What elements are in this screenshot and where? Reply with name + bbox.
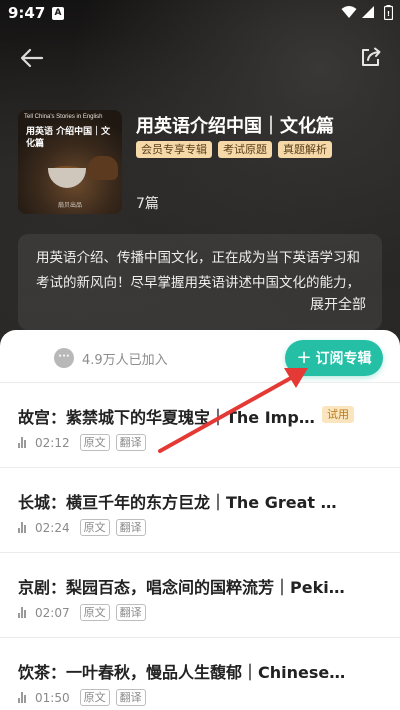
battery-icon: !	[384, 5, 393, 20]
original-text-tag: 原文	[79, 519, 110, 536]
audio-bars-icon	[18, 522, 29, 533]
teapot-image	[88, 156, 118, 180]
tea-bowl-image	[48, 168, 86, 188]
cover-subtitle: Tell China's Stories in English	[24, 114, 103, 120]
list-item[interactable]: 饮茶：一叶春秋，慢品人生馥郁｜Chinese T… 01:50 原文 翻译	[0, 637, 400, 710]
original-text-tag: 原文	[79, 689, 110, 706]
tag-exam: 考试原题	[218, 141, 272, 158]
original-text-tag: 原文	[79, 604, 110, 621]
episode-title: 故宫：紫禁城下的华夏瑰宝｜The Impe…	[18, 408, 318, 427]
cover-publisher: 扇贝出品	[57, 202, 82, 209]
audio-bars-icon	[18, 607, 29, 618]
episode-meta: 02:24 原文 翻译	[18, 519, 146, 536]
expand-all-link[interactable]: 展开全部	[310, 294, 366, 314]
arrow-left-icon[interactable]	[20, 48, 44, 68]
audio-bars-icon	[18, 692, 29, 703]
signal-icon	[362, 6, 374, 18]
cover-title: 用英语 介绍中国｜文化篇	[26, 127, 111, 149]
episode-title: 京剧：梨园百态，唱念间的国粹流芳｜Peki…	[18, 578, 345, 597]
album-cover: Tell China's Stories in English 用英语 介绍中国…	[18, 110, 122, 214]
episode-title: 长城：横亘千年的东方巨龙｜The Great Wall	[18, 493, 348, 512]
joined-count: 4.9万人已加入	[82, 352, 168, 368]
album-title: 用英语介绍中国｜文化篇	[136, 116, 334, 137]
dots-icon: ···	[54, 348, 74, 368]
list-item[interactable]: 长城：横亘千年的东方巨龙｜The Great Wall 02:24 原文 翻译	[0, 467, 400, 552]
list-item[interactable]: 京剧：梨园百态，唱念间的国粹流芳｜Peki… 02:07 原文 翻译	[0, 552, 400, 637]
tag-analysis: 真题解析	[278, 141, 332, 158]
article-count: 7篇	[136, 196, 159, 212]
notification-badge: A	[52, 7, 64, 20]
episode-duration: 01:50	[35, 690, 70, 705]
album-tags: 会员专享专辑 考试原题 真题解析	[136, 141, 332, 158]
description-box: 用英语介绍、传播中国文化，正在成为当下英语学习和考试的新风向！尽早掌握用英语讲述…	[18, 234, 382, 330]
tag-member: 会员专享专辑	[136, 141, 212, 158]
plus-icon: +	[296, 347, 312, 368]
episode-meta: 02:12 原文 翻译	[18, 434, 146, 451]
list-item[interactable]: 故宫：紫禁城下的华夏瑰宝｜The Impe… 试用 02:12 原文 翻译	[0, 382, 400, 467]
translation-tag: 翻译	[115, 519, 146, 536]
joined-info: ··· 4.9万人已加入	[54, 348, 168, 368]
translation-tag: 翻译	[115, 604, 146, 621]
wifi-icon	[341, 6, 357, 18]
episode-sheet: ··· 4.9万人已加入 + 订阅专辑 故宫：紫禁城下的华夏瑰宝｜The Imp…	[0, 330, 400, 710]
svg-text:!: !	[387, 10, 390, 18]
episode-meta: 01:50 原文 翻译	[18, 689, 146, 706]
original-text-tag: 原文	[79, 434, 110, 451]
trial-badge: 试用	[322, 406, 354, 423]
subscribe-button[interactable]: + 订阅专辑	[285, 340, 383, 376]
episode-duration: 02:07	[35, 605, 70, 620]
episode-meta: 02:07 原文 翻译	[18, 604, 146, 621]
translation-tag: 翻译	[115, 689, 146, 706]
episode-duration: 02:24	[35, 520, 70, 535]
subscribe-label: 订阅专辑	[315, 351, 372, 367]
translation-tag: 翻译	[115, 434, 146, 451]
episode-duration: 02:12	[35, 435, 70, 450]
episode-title: 饮茶：一叶春秋，慢品人生馥郁｜Chinese T…	[18, 663, 348, 682]
share-icon[interactable]	[360, 46, 382, 68]
status-bar: 9:47 A !	[0, 0, 400, 28]
status-time: 9:47	[8, 4, 46, 22]
audio-bars-icon	[18, 437, 29, 448]
description-text: 用英语介绍、传播中国文化，正在成为当下英语学习和考试的新风向！尽早掌握用英语讲述…	[36, 250, 360, 291]
